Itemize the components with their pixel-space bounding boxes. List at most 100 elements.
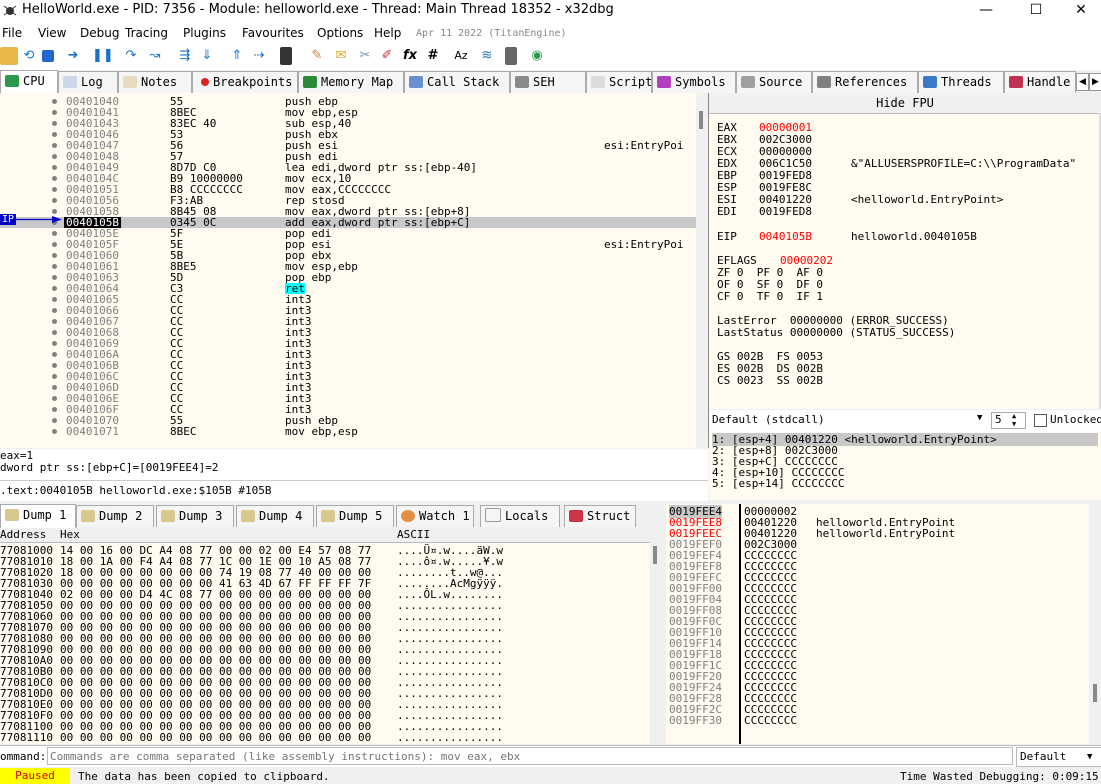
dump-scrollbar[interactable] (650, 542, 660, 744)
breakpoint-dot[interactable] (52, 187, 57, 192)
segment-row[interactable]: CS 0023 SS 002B (717, 374, 823, 387)
comments-icon[interactable]: ✉ (332, 47, 350, 65)
scroll-thumb[interactable] (1093, 684, 1097, 702)
tab-dump-1[interactable]: Dump 1 (0, 504, 76, 528)
breakpoint-dot[interactable] (52, 363, 57, 368)
calculator-icon[interactable] (505, 47, 517, 65)
breakpoint-dot[interactable] (52, 418, 57, 423)
tab-dump-5[interactable]: Dump 5 (316, 505, 394, 527)
globe-icon[interactable]: ◉ (528, 47, 546, 65)
step-over-icon[interactable]: ↝ (146, 47, 164, 65)
breakpoint-dot[interactable] (52, 429, 57, 434)
disasm-row[interactable]: 00401071 8BEC mov ebp,esp (0, 426, 696, 437)
scroll-thumb[interactable] (699, 111, 703, 129)
stack-view[interactable]: 0019FEE4 00000002 0019FEE8 00401220 hellowor… (666, 504, 1101, 744)
breakpoint-dot[interactable] (52, 385, 57, 390)
scroll-thumb[interactable] (653, 546, 657, 564)
arg-count-spinner[interactable]: 5 ▲ ▼ (991, 412, 1026, 429)
execute-till-return-icon[interactable]: ⇑ (228, 47, 246, 65)
unlocked-checkbox[interactable] (1034, 414, 1047, 427)
breakpoint-dot[interactable] (52, 275, 57, 280)
run-icon[interactable]: ➜ (64, 47, 82, 65)
hash-icon[interactable]: # (424, 47, 442, 65)
tab-watch-1[interactable]: Watch 1 (396, 505, 474, 527)
tab-script[interactable]: Script (586, 71, 652, 93)
stack-scrollbar[interactable] (1089, 504, 1101, 744)
tab-call-stack[interactable]: Call Stack (404, 71, 510, 93)
menu-file[interactable]: File (2, 26, 22, 40)
tab-scroll-right-button[interactable]: ▶ (1089, 73, 1101, 91)
tab-symbols[interactable]: Symbols (652, 71, 736, 93)
flags-row[interactable]: CF 0 TF 0 IF 1 (717, 290, 823, 303)
menu-view[interactable]: View (38, 26, 66, 40)
tab-handles[interactable]: Handle (1004, 71, 1076, 93)
menu-help[interactable]: Help (374, 26, 401, 40)
tab-locals[interactable]: Locals (480, 505, 560, 527)
breakpoint-dot[interactable] (52, 176, 57, 181)
command-mode-select[interactable]: Default ▼ (1016, 747, 1101, 767)
dump-ascii[interactable]: ................ (397, 731, 503, 744)
breakpoint-dot[interactable] (52, 99, 57, 104)
stack-value[interactable]: CCCCCCCC (744, 714, 797, 727)
step-into-icon[interactable]: ↷ (122, 47, 140, 65)
restart-icon[interactable]: ⟲ (20, 47, 38, 65)
menu-options[interactable]: Options (317, 26, 363, 40)
hide-fpu-button[interactable]: Hide FPU (709, 93, 1101, 114)
menu-tracing[interactable]: Tracing (125, 26, 168, 40)
breakpoint-dot[interactable] (52, 308, 57, 313)
eip-value[interactable]: 0040105B (759, 230, 812, 243)
trace-into-icon[interactable]: ⇶ (176, 47, 194, 65)
breakpoint-dot[interactable] (52, 132, 57, 137)
breakpoint-dot[interactable] (52, 231, 57, 236)
breakpoint-dot[interactable] (52, 143, 57, 148)
run-to-user-code-icon[interactable]: ⇢ (250, 47, 268, 65)
tab-scroll-left-button[interactable]: ◀ (1076, 73, 1089, 91)
command-input[interactable] (47, 747, 1013, 765)
trace-over-icon[interactable]: ⇓ (198, 47, 216, 65)
menu-favourites[interactable]: Favourites (242, 26, 304, 40)
stack-arg-row[interactable]: 5: [esp+14] CCCCCCCC (712, 477, 844, 490)
tab-memory-map[interactable]: Memory Map (298, 71, 404, 93)
breakpoint-dot[interactable] (52, 110, 57, 115)
patch-icon[interactable]: ✎ (308, 47, 326, 65)
script-icon[interactable] (280, 47, 292, 65)
breakpoint-dot[interactable] (52, 198, 57, 203)
breakpoint-dot[interactable] (52, 352, 57, 357)
font-icon[interactable]: Aᴢ (452, 47, 470, 65)
strings-icon[interactable]: ≋ (478, 47, 496, 65)
tab-dump-4[interactable]: Dump 4 (236, 505, 314, 527)
tab-notes[interactable]: Notes (118, 71, 192, 93)
labels-icon[interactable]: ✂ (356, 47, 374, 65)
tab-references[interactable]: References (812, 71, 918, 93)
dump-view[interactable]: Address Hex ASCII 77081000 14 00 16 00 DC… (0, 528, 660, 744)
stack-arguments-view[interactable]: 1: [esp+4] 00401220 <helloworld.EntryPoi… (709, 432, 1101, 500)
menu-debug[interactable]: Debug (80, 26, 119, 40)
breakpoint-dot[interactable] (52, 264, 57, 269)
tab-seh[interactable]: SEH (510, 71, 586, 93)
minimize-button[interactable]: — (963, 0, 1009, 22)
open-icon[interactable] (0, 47, 18, 65)
register-row[interactable]: EDI (717, 205, 737, 218)
breakpoint-dot[interactable] (52, 121, 57, 126)
breakpoint-dot[interactable] (52, 297, 57, 302)
functions-icon[interactable]: fx (401, 47, 419, 65)
registers-view[interactable]: Hide FPU EAX 00000001 EBX 002C3000 ECX 000000… (709, 93, 1101, 409)
tab-struct[interactable]: Struct (564, 505, 636, 527)
dump-hex[interactable]: 00 00 00 00 00 00 00 00 00 00 00 00 00 0… (60, 731, 371, 744)
tab-breakpoints[interactable]: Breakpoints (192, 71, 298, 93)
tab-dump-2[interactable]: Dump 2 (76, 505, 154, 527)
breakpoint-dot[interactable] (52, 396, 57, 401)
call-convention-select[interactable]: Default (stdcall) ▼ (712, 413, 986, 427)
breakpoint-dot[interactable] (52, 286, 57, 291)
breakpoint-dot[interactable] (52, 253, 57, 258)
tab-threads[interactable]: Threads (918, 71, 1004, 93)
disassembly-view[interactable]: 00401040 55 push ebp 00401041 8BEC mov ebp,es… (0, 93, 709, 448)
maximize-button[interactable]: ☐ (1013, 0, 1059, 22)
bookmarks-icon[interactable]: ✐ (378, 47, 396, 65)
breakpoint-dot[interactable] (52, 374, 57, 379)
stop-icon[interactable] (42, 50, 54, 62)
disassembly-scrollbar[interactable] (696, 93, 708, 448)
tab-log[interactable]: Log (58, 71, 118, 93)
menu-plugins[interactable]: Plugins (183, 26, 226, 40)
tab-dump-3[interactable]: Dump 3 (156, 505, 234, 527)
